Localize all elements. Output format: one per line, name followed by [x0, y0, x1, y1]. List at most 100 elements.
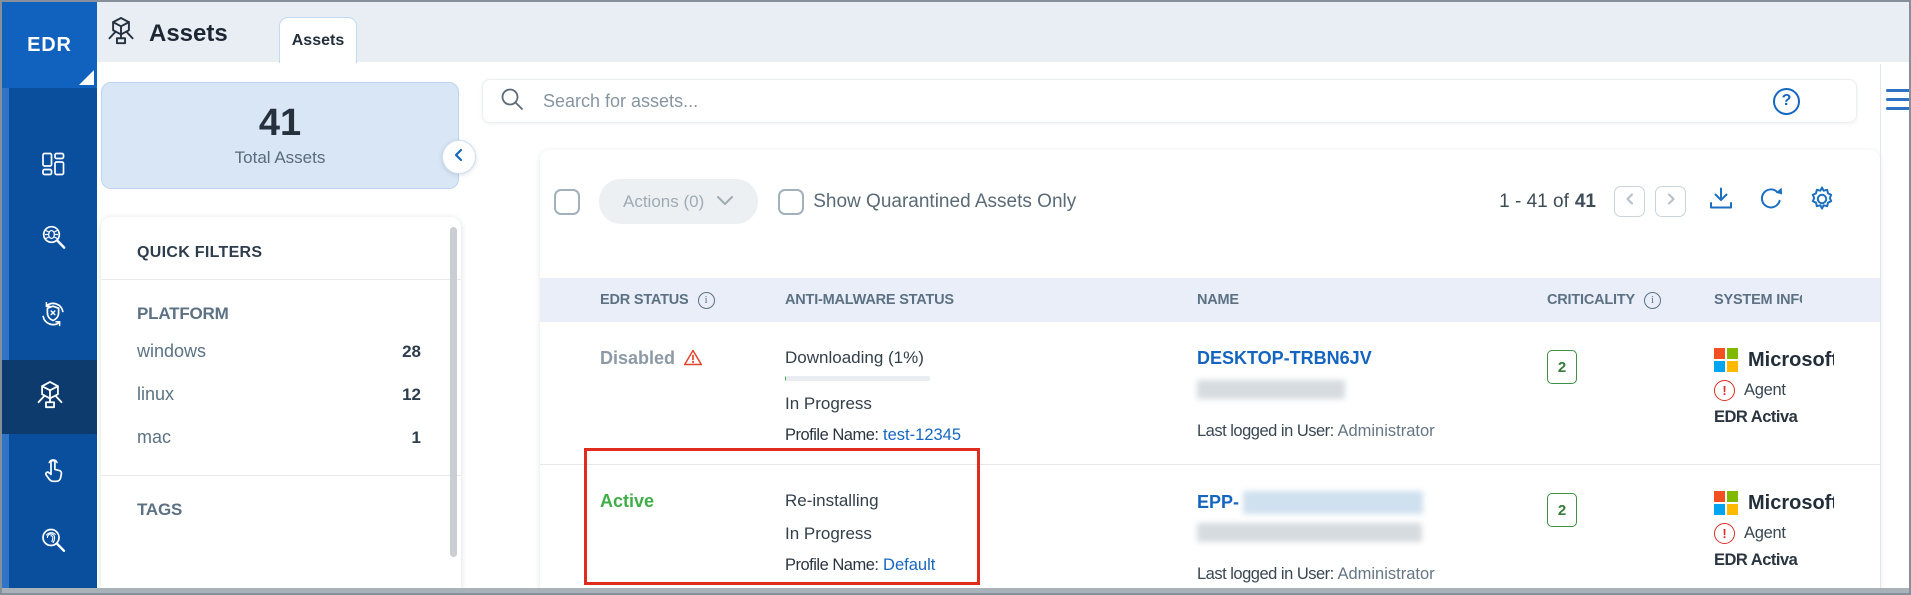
column-name[interactable]: NAME: [1197, 292, 1547, 308]
edr-logo[interactable]: EDR: [2, 2, 97, 88]
profile-name-line: Profile Name: Default: [785, 556, 1197, 575]
criticality-badge: 2: [1547, 350, 1577, 384]
redacted-info: [1197, 523, 1422, 542]
chevron-right-icon: [1664, 192, 1678, 211]
agent-alert-icon[interactable]: !: [1714, 523, 1735, 544]
edr-activation-text: EDR Activa: [1714, 551, 1880, 570]
actions-dropdown[interactable]: Actions (0): [599, 179, 758, 224]
last-user-line: Last logged in User: Administrator: [1197, 565, 1547, 584]
logo-corner-triangle: [79, 70, 94, 85]
anti-malware-status-text: Re-installing: [785, 491, 1197, 511]
asset-search-bar: ?: [482, 79, 1857, 123]
criticality-value: 2: [1558, 502, 1566, 519]
prev-page-button[interactable]: [1614, 186, 1645, 217]
quarantine-only-checkbox[interactable]: [778, 189, 804, 215]
agent-alert-icon[interactable]: !: [1714, 380, 1735, 401]
info-icon[interactable]: i: [698, 292, 715, 309]
quarantine-only-label: Show Quarantined Assets Only: [813, 191, 1076, 213]
hand-tap-icon: [38, 455, 68, 490]
column-edr-status[interactable]: EDR STATUS i: [600, 292, 785, 309]
quick-filters-scrollbar[interactable]: [450, 227, 457, 557]
download-progress-fill: [785, 376, 786, 381]
filter-windows-label: windows: [137, 341, 206, 362]
next-page-button[interactable]: [1655, 186, 1686, 217]
assets-page: EDR Assets Assets 41 Total Assets: [0, 0, 1911, 595]
table-row[interactable]: Active Re-installing In Progress Profile…: [540, 465, 1880, 590]
edr-logo-label: EDR: [27, 34, 72, 57]
pagination-range: 1 - 41 of41: [1499, 191, 1596, 213]
column-anti-malware-status[interactable]: ANTI-MALWARE STATUS: [785, 292, 1197, 308]
last-user-line: Last logged in User: Administrator: [1197, 422, 1547, 441]
warning-triangle-icon[interactable]: [683, 348, 703, 372]
assets-title-icon: [105, 15, 137, 52]
profile-name-link[interactable]: Default: [883, 556, 935, 574]
criticality-value: 2: [1558, 359, 1566, 376]
rail-accent-strip: [2, 2, 9, 588]
horizontal-scrollbar[interactable]: [2, 588, 1909, 593]
filter-mac-count: 1: [412, 428, 421, 448]
total-assets-label: Total Assets: [235, 148, 326, 168]
help-icon[interactable]: ?: [1773, 88, 1800, 115]
actions-dropdown-label: Actions (0): [623, 192, 704, 212]
nav-dashboard[interactable]: [9, 134, 97, 198]
platform-section-title: PLATFORM: [101, 280, 461, 330]
asset-name-link[interactable]: DESKTOP-TRBN6JV: [1197, 348, 1547, 369]
edr-status-value: Active: [600, 491, 785, 512]
filter-mac-label: mac: [137, 427, 171, 448]
asset-name-link[interactable]: EPP-: [1197, 491, 1547, 514]
header-band: [97, 2, 1909, 62]
filter-windows[interactable]: windows 28: [101, 330, 461, 373]
nav-threat-hunt[interactable]: [9, 207, 97, 271]
tags-section-title: TAGS: [101, 476, 461, 526]
left-nav-rail: EDR: [2, 2, 97, 588]
assets-table-panel: Actions (0) Show Quarantined Assets Only…: [540, 150, 1880, 590]
column-criticality-label: CRITICALITY: [1547, 292, 1635, 308]
filter-windows-count: 28: [402, 342, 421, 362]
filter-linux-label: linux: [137, 384, 174, 405]
chevron-left-icon: [451, 147, 467, 168]
collapse-panel-button[interactable]: [442, 140, 476, 174]
download-icon: [1706, 184, 1736, 219]
filter-linux[interactable]: linux 12: [101, 373, 461, 416]
tab-assets-label: Assets: [292, 32, 344, 50]
menu-icon[interactable]: [1886, 89, 1911, 116]
anti-malware-status-text: Downloading (1%): [785, 348, 1197, 368]
search-input[interactable]: [543, 91, 1773, 112]
agent-alert-text: Agent: [1744, 524, 1786, 543]
page-title-text: Assets: [149, 20, 228, 48]
edr-status-text: Disabled: [600, 348, 675, 369]
table-row[interactable]: Disabled Downloading (1%) In Progress: [540, 322, 1880, 465]
select-all-checkbox[interactable]: [554, 189, 580, 215]
gear-icon: [1806, 183, 1838, 220]
column-name-label: NAME: [1197, 292, 1239, 308]
export-button[interactable]: [1706, 184, 1736, 219]
tab-assets[interactable]: Assets: [279, 17, 357, 63]
column-criticality[interactable]: CRITICALITY i: [1547, 292, 1714, 309]
total-assets-card: 41 Total Assets: [101, 82, 459, 189]
criticality-badge: 2: [1547, 493, 1577, 527]
total-assets-count: 41: [259, 103, 301, 145]
refresh-icon: [1756, 184, 1786, 219]
nav-assets[interactable]: [2, 360, 97, 434]
chevron-left-icon: [1623, 192, 1637, 211]
column-system-label: SYSTEM INFO: [1714, 292, 1802, 308]
column-system[interactable]: SYSTEM INFO: [1714, 292, 1802, 308]
quick-filters-panel: QUICK FILTERS PLATFORM windows 28 linux …: [101, 217, 461, 588]
table-header-row: EDR STATUS i ANTI-MALWARE STATUS NAME CR…: [540, 278, 1880, 322]
pagination-range-text: 1 - 41 of: [1499, 191, 1569, 212]
edr-status-text: Active: [600, 491, 654, 512]
anti-malware-phase-text: In Progress: [785, 524, 1197, 544]
nav-response[interactable]: [9, 284, 97, 348]
nav-forensics[interactable]: [9, 510, 97, 574]
info-icon[interactable]: i: [1644, 292, 1661, 309]
last-user-value: Administrator: [1337, 565, 1434, 583]
refresh-button[interactable]: [1756, 184, 1786, 219]
table-settings-button[interactable]: [1806, 183, 1838, 220]
column-edr-status-label: EDR STATUS: [600, 292, 689, 308]
profile-name-link[interactable]: test-12345: [883, 426, 961, 444]
filter-linux-count: 12: [402, 385, 421, 405]
dashboard-icon: [38, 149, 68, 184]
content-right-separator: [1880, 64, 1881, 588]
nav-on-demand-action[interactable]: [9, 440, 97, 504]
filter-mac[interactable]: mac 1: [101, 416, 461, 459]
